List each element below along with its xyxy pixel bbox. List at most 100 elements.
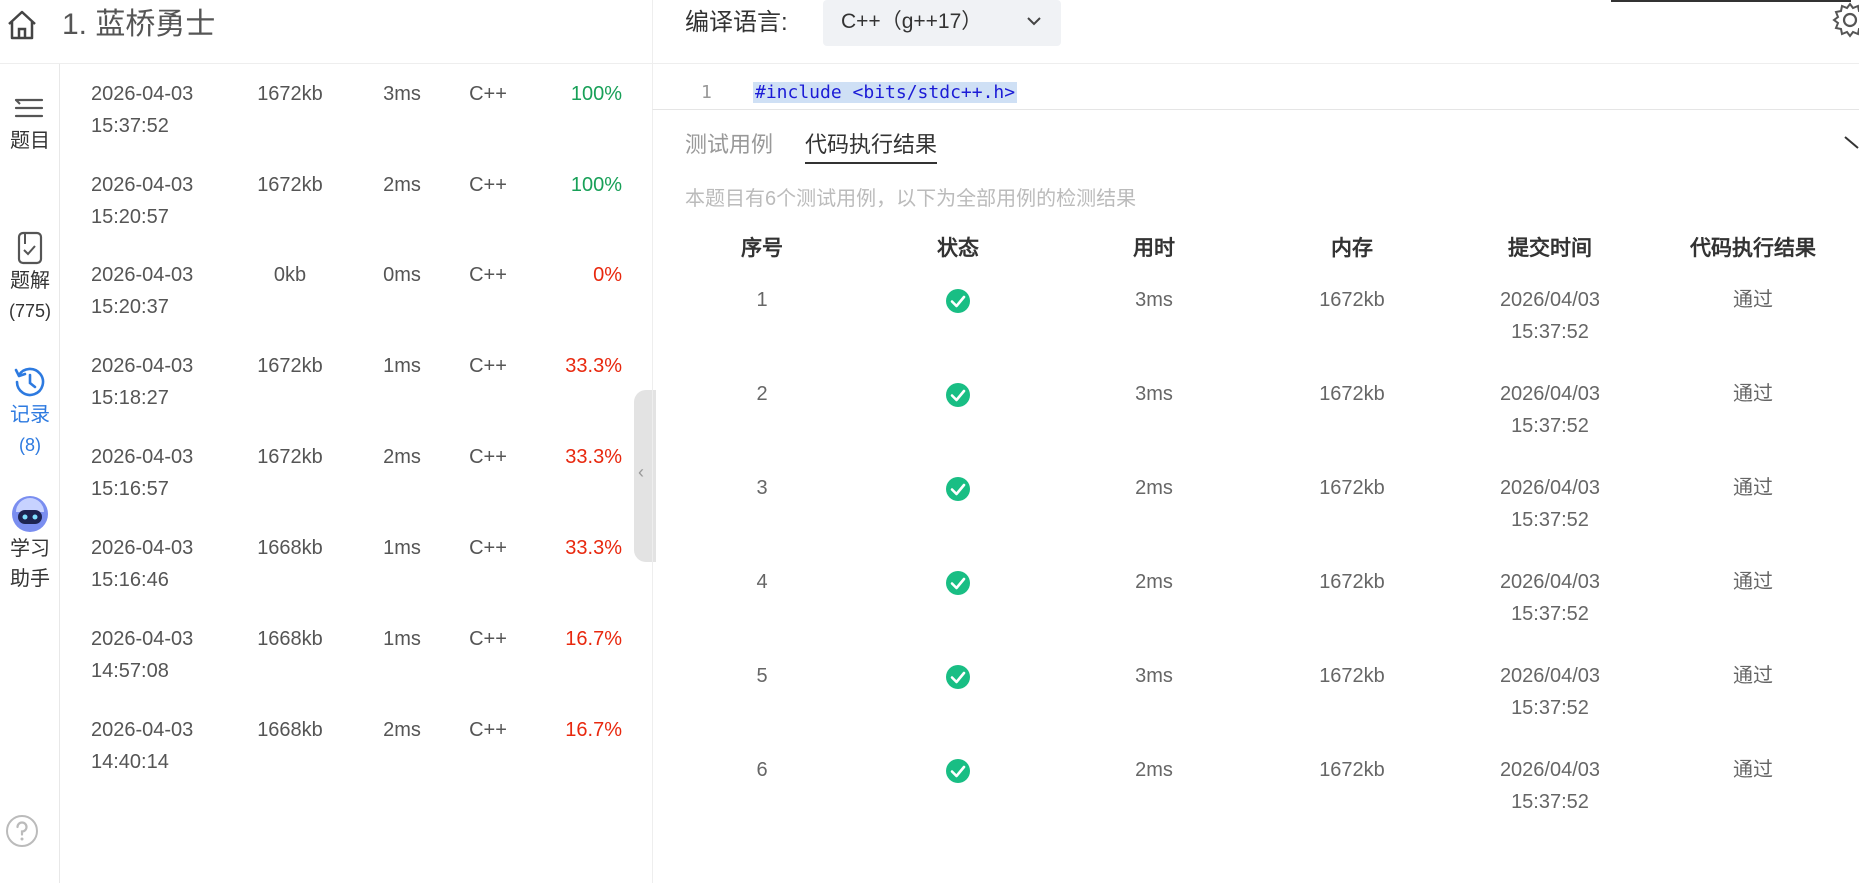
page-title: 1. 蓝桥勇士	[62, 8, 216, 41]
case-result: 通过	[1733, 289, 1773, 311]
list-icon	[14, 98, 44, 118]
table-row: 6 2ms 1672kb 2026/04/03 15:37:52 通过	[685, 754, 1859, 848]
header-memory: 内存	[1331, 237, 1373, 260]
submission-memory: 1672kb	[257, 83, 323, 105]
table-row: 4 2ms 1672kb 2026/04/03 15:37:52 通过	[685, 566, 1859, 660]
submission-time: 2026-04-03 15:20:37	[91, 264, 194, 318]
submission-memory: 1672kb	[257, 174, 323, 196]
case-id: 6	[756, 759, 768, 781]
header-status: 状态	[937, 237, 979, 260]
header-id: 序号	[741, 237, 783, 260]
rail-item-problem[interactable]: 题目	[0, 94, 60, 156]
case-duration: 2ms	[1135, 571, 1173, 593]
rail-item-assistant[interactable]: 学习 助手	[0, 494, 60, 594]
check-circle-icon	[946, 571, 970, 595]
submission-language: C++	[469, 264, 507, 286]
submission-duration: 1ms	[383, 628, 421, 650]
submission-row[interactable]: 2026-04-03 14:57:08 1668kb 1ms C++ 16.7%	[60, 609, 652, 699]
table-row: 1 3ms 1672kb 2026/04/03 15:37:52 通过	[685, 284, 1859, 378]
submission-time: 2026-04-03 15:18:27	[91, 355, 194, 409]
submission-memory: 1672kb	[257, 355, 323, 377]
submission-row[interactable]: 2026-04-03 15:18:27 1672kb 1ms C++ 33.3%	[60, 336, 652, 426]
submission-row[interactable]: 2026-04-03 15:37:52 1672kb 3ms C++ 100%	[60, 64, 652, 154]
submission-memory: 1672kb	[257, 446, 323, 468]
submission-time: 2026-04-03 14:40:14	[91, 719, 194, 773]
header-result: 代码执行结果	[1690, 237, 1816, 260]
language-select-value: C++（g++17）	[841, 10, 983, 33]
case-id: 5	[756, 665, 768, 687]
case-status	[873, 378, 1043, 418]
rail-item-solutions[interactable]: 题解 (775)	[0, 230, 60, 326]
submission-row[interactable]: 2026-04-03 15:16:57 1672kb 2ms C++ 33.3%	[60, 427, 652, 517]
gear-icon[interactable]	[1830, 0, 1859, 40]
submission-score: 16.7%	[565, 719, 622, 741]
case-duration: 3ms	[1135, 383, 1173, 405]
case-status	[873, 754, 1043, 794]
submission-duration: 1ms	[383, 537, 421, 559]
case-duration: 3ms	[1135, 289, 1173, 311]
check-circle-icon	[946, 759, 970, 783]
submission-score: 100%	[570, 83, 622, 105]
submission-memory: 0kb	[273, 264, 307, 286]
case-id: 2	[756, 383, 768, 405]
submission-row[interactable]: 2026-04-03 14:40:14 1668kb 2ms C++ 16.7%	[60, 700, 652, 790]
collapse-icon[interactable]	[1844, 136, 1859, 152]
case-memory: 1672kb	[1319, 477, 1385, 499]
submission-time: 2026-04-03 15:16:46	[91, 537, 194, 591]
code-editor-peek[interactable]: 1 #include <bits/stdc++.h>	[652, 64, 1859, 110]
case-id: 3	[756, 477, 768, 499]
rail-item-label: 记录	[10, 404, 50, 426]
language-label: 编译语言:	[685, 9, 788, 36]
submission-language: C++	[469, 537, 507, 559]
submission-row[interactable]: 2026-04-03 15:16:46 1668kb 1ms C++ 33.3%	[60, 518, 652, 608]
tab-testcase[interactable]: 测试用例	[685, 128, 773, 162]
home-icon[interactable]	[4, 7, 40, 43]
case-submit-time: 2026/04/03 15:37:52	[1499, 383, 1601, 437]
submission-score: 0%	[593, 264, 622, 286]
case-memory: 1672kb	[1319, 665, 1385, 687]
left-rail: 题目 题解 (775) 记录 (8) 学习 助手	[0, 64, 60, 883]
chevron-down-icon	[1027, 17, 1041, 26]
case-submit-time: 2026/04/03 15:37:52	[1499, 665, 1601, 719]
rail-item-label-2: 助手	[10, 568, 50, 590]
chevron-left-icon: ‹	[638, 462, 644, 482]
check-circle-icon	[946, 289, 970, 313]
submission-score: 33.3%	[565, 537, 622, 559]
submission-language: C++	[469, 174, 507, 196]
check-circle-icon	[946, 383, 970, 407]
case-submit-time: 2026/04/03 15:37:52	[1499, 759, 1601, 813]
submission-memory: 1668kb	[257, 537, 323, 559]
rail-item-label: 题目	[10, 130, 50, 152]
result-panel: 测试用例 代码执行结果 本题目有6个测试用例，以下为全部用例的检测结果 序号 状…	[652, 110, 1859, 883]
rail-item-records[interactable]: 记录 (8)	[0, 364, 60, 460]
submission-duration: 2ms	[383, 719, 421, 741]
case-result: 通过	[1733, 759, 1773, 781]
submission-language: C++	[469, 719, 507, 741]
help-icon[interactable]	[4, 813, 40, 849]
history-icon	[14, 367, 45, 397]
language-select[interactable]: C++（g++17）	[823, 0, 1061, 46]
table-row: 2 3ms 1672kb 2026/04/03 15:37:52 通过	[685, 378, 1859, 472]
submission-duration: 2ms	[383, 174, 421, 196]
table-row: 5 3ms 1672kb 2026/04/03 15:37:52 通过	[685, 660, 1859, 754]
submission-memory: 1668kb	[257, 628, 323, 650]
header-submit-time: 提交时间	[1508, 237, 1592, 260]
case-memory: 1672kb	[1319, 289, 1385, 311]
submission-row[interactable]: 2026-04-03 15:20:37 0kb 0ms C++ 0%	[60, 245, 652, 335]
submission-row[interactable]: 2026-04-03 15:20:57 1672kb 2ms C++ 100%	[60, 155, 652, 245]
case-result: 通过	[1733, 571, 1773, 593]
result-description: 本题目有6个测试用例，以下为全部用例的检测结果	[685, 188, 1137, 210]
case-id: 1	[756, 289, 768, 311]
submission-list: 2026-04-03 15:37:52 1672kb 3ms C++ 100% 2…	[60, 64, 652, 883]
rail-item-label: 学习	[10, 538, 50, 560]
submission-duration: 0ms	[383, 264, 421, 286]
submission-score: 100%	[570, 174, 622, 196]
check-circle-icon	[946, 665, 970, 689]
code-line: #include <bits/stdc++.h>	[753, 82, 1018, 103]
submission-duration: 1ms	[383, 355, 421, 377]
case-status	[873, 472, 1043, 512]
tab-result[interactable]: 代码执行结果	[805, 128, 938, 164]
submission-score: 16.7%	[565, 628, 622, 650]
submission-time: 2026-04-03 15:16:57	[91, 446, 194, 500]
submission-score: 33.3%	[565, 355, 622, 377]
